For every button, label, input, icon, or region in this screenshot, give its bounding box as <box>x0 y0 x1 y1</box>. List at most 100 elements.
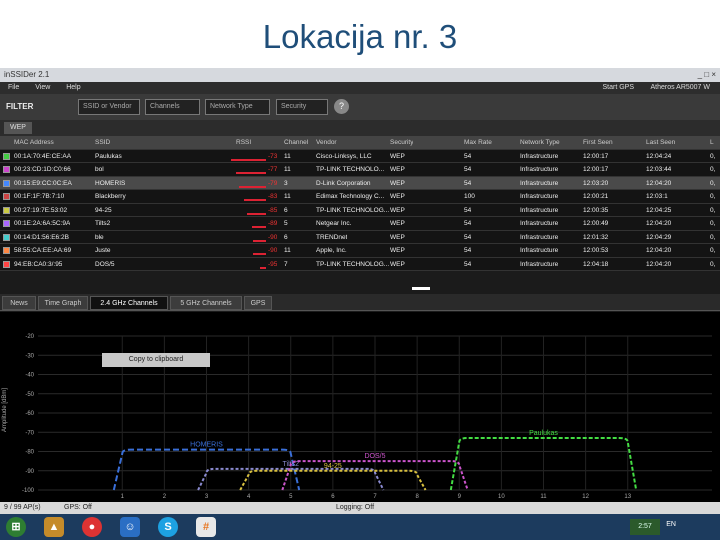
column-header[interactable]: First Seen <box>583 136 613 150</box>
menu-file[interactable]: File <box>8 84 19 91</box>
row-checkbox[interactable] <box>3 152 10 160</box>
cell-first: 12:00:35 <box>583 206 609 214</box>
table-row[interactable]: 00:27:19:7E:53:02 94-25 -85 6 TP-LINK TECHNO… <box>0 203 720 217</box>
cell-ssid: bol <box>95 166 104 173</box>
channels-dropdown[interactable]: Channels <box>145 99 200 115</box>
column-header[interactable]: Network Type <box>520 136 560 150</box>
cell-rate: 54 <box>464 206 472 214</box>
row-checkbox[interactable] <box>3 220 10 227</box>
cell-rate: 54 <box>464 260 472 268</box>
tab-4[interactable]: GPS <box>244 296 272 310</box>
cell-mac: 58:55:CA:EE:AA:69 <box>14 247 72 254</box>
x-tick-label: 4 <box>247 494 251 500</box>
cell-vendor: D-Link Corporation <box>316 179 371 187</box>
column-header[interactable]: SSID <box>95 136 110 150</box>
skype-icon[interactable]: S <box>158 517 178 537</box>
vlc-icon[interactable]: ▲ <box>44 517 64 537</box>
cell-channel: 11 <box>284 152 291 160</box>
y-tick-label: -50 <box>25 392 34 398</box>
cell-ssid: Blackberry <box>95 193 126 200</box>
start-icon[interactable]: ⊞ <box>6 517 26 537</box>
rssi-bar <box>236 172 266 174</box>
cell-last: 12:04:20 <box>646 247 672 254</box>
rssi-bar <box>243 199 266 201</box>
table-row[interactable]: 00:1F:1F:7B:7:10 Blackberry -83 11 Edimax Te… <box>0 190 720 204</box>
cell-extra: 0, <box>710 166 716 173</box>
row-checkbox[interactable] <box>3 206 10 214</box>
row-checkbox[interactable] <box>3 166 10 173</box>
security-dropdown[interactable]: Security <box>276 99 328 115</box>
network-type-dropdown[interactable]: Network Type <box>205 99 270 115</box>
table-row[interactable]: 00:15:E9:CC:0C:EA HOMERIS -79 3 D-Link Corpo… <box>0 176 720 190</box>
table-row[interactable]: 94:EB:CA0:3/:95 DOS/5 -95 7 TP-LINK TECHNOLO… <box>0 257 720 271</box>
start-gps-button[interactable]: Start GPS <box>602 82 634 94</box>
window-titlebar: inSSIDer 2.1 _ □ × <box>0 68 720 82</box>
channel-graph-svg: -20-30-40-50-60-70-80-90-1001 2 3 4 5 6 7 8 9 10 1… <box>22 334 712 500</box>
gps-status: GPS: Off <box>64 504 92 511</box>
table-row[interactable]: 00:23:CD:1D:C0:66 bol -77 11 TP-LINK TECHNOL… <box>0 163 720 177</box>
column-header[interactable]: MAC Address <box>14 136 54 150</box>
rssi-bar <box>238 185 266 188</box>
tab-1[interactable]: Time Graph <box>38 296 88 310</box>
y-tick-label: -90 <box>25 469 34 475</box>
clock[interactable]: 2:57 <box>630 519 660 535</box>
row-checkbox[interactable] <box>3 233 10 241</box>
table-row[interactable]: 00:1A:70:4E:CE:AA Paulukas -73 11 Cisco-Link… <box>0 149 720 163</box>
language-indicator[interactable]: EN <box>666 521 676 528</box>
cell-type: Infrastructure <box>520 166 559 173</box>
row-checkbox[interactable] <box>3 193 10 200</box>
tab-0[interactable]: News <box>2 296 36 310</box>
window-controls[interactable]: _ □ × <box>698 68 716 82</box>
help-icon[interactable]: ? <box>334 99 349 114</box>
cell-channel: 3 <box>284 179 288 187</box>
cell-last: 12:04:20 <box>646 179 672 187</box>
menu-view[interactable]: View <box>35 84 50 91</box>
adapter-select[interactable]: Atheros AR5007 W <box>650 82 710 94</box>
cell-type: Infrastructure <box>520 220 559 227</box>
cell-mac: 00:14:D1:56:E6:2B <box>14 233 69 241</box>
cell-channel: 6 <box>284 233 288 241</box>
tab-3[interactable]: 5 GHz Channels <box>170 296 242 310</box>
cell-type: Infrastructure <box>520 260 559 268</box>
cell-rssi: -79 <box>268 179 278 187</box>
cell-ssid: HOMERIS <box>95 179 126 187</box>
windows-taskbar: ⊞ ▲ ● ☺ S # 2:57 EN <box>0 514 720 540</box>
cell-last: 12:04:24 <box>646 152 672 160</box>
row-checkbox[interactable] <box>3 260 10 268</box>
cell-security: WEP <box>390 206 405 214</box>
filter-label: FILTER <box>6 102 34 111</box>
cell-rssi: -90 <box>268 247 278 254</box>
app-title: inSSIDer 2.1 <box>4 70 50 79</box>
table-row[interactable]: 00:14:D1:56:E6:2B ble -90 6 TRENDnet WEP 54 Inf… <box>0 230 720 244</box>
table-row[interactable]: 58:55:CA:EE:AA:69 Juste -90 11 Apple, Inc. WE… <box>0 244 720 258</box>
column-header[interactable]: Max Rate <box>464 136 492 150</box>
table-row[interactable]: 00:1E:2A:6A:5C:9A Tilts2 -89 5 Netgear Inc. W… <box>0 217 720 231</box>
status-bar: 9 / 99 AP(s) GPS: Off Logging: Off <box>0 502 720 514</box>
column-header[interactable]: Vendor <box>316 136 337 150</box>
column-header[interactable]: L <box>710 136 714 150</box>
wep-filter-tag[interactable]: WEP <box>4 122 32 134</box>
menu-help[interactable]: Help <box>66 84 80 91</box>
rssi-bar <box>259 266 266 269</box>
ssid-filter-input[interactable]: SSID or Vendor <box>78 99 140 115</box>
column-header[interactable]: RSSI <box>236 136 251 150</box>
inssider-icon[interactable]: # <box>196 517 216 537</box>
cell-rssi: -89 <box>268 220 278 227</box>
row-checkbox[interactable] <box>3 179 10 187</box>
row-checkbox[interactable] <box>3 247 10 254</box>
chrome-icon[interactable]: ● <box>82 517 102 537</box>
cell-security: WEP <box>390 220 405 227</box>
column-header[interactable]: Security <box>390 136 413 150</box>
column-header[interactable]: Last Seen <box>646 136 675 150</box>
x-tick-label: 12 <box>582 494 589 500</box>
cell-channel: 11 <box>284 166 291 173</box>
column-header[interactable]: Channel <box>284 136 308 150</box>
messenger-icon[interactable]: ☺ <box>120 517 140 537</box>
cell-rssi: -90 <box>268 233 278 241</box>
cell-vendor: TP-LINK TECHNOLO... <box>316 166 385 173</box>
cell-first: 12:00:17 <box>583 166 609 173</box>
tab-2[interactable]: 2.4 GHz Channels <box>90 296 168 310</box>
copy-to-clipboard-button[interactable]: Copy to clipboard <box>102 353 210 367</box>
menu-bar: File View Help Start GPS Atheros AR5007 … <box>0 82 720 94</box>
y-axis-label: Amplitude [dBm] <box>2 387 8 432</box>
